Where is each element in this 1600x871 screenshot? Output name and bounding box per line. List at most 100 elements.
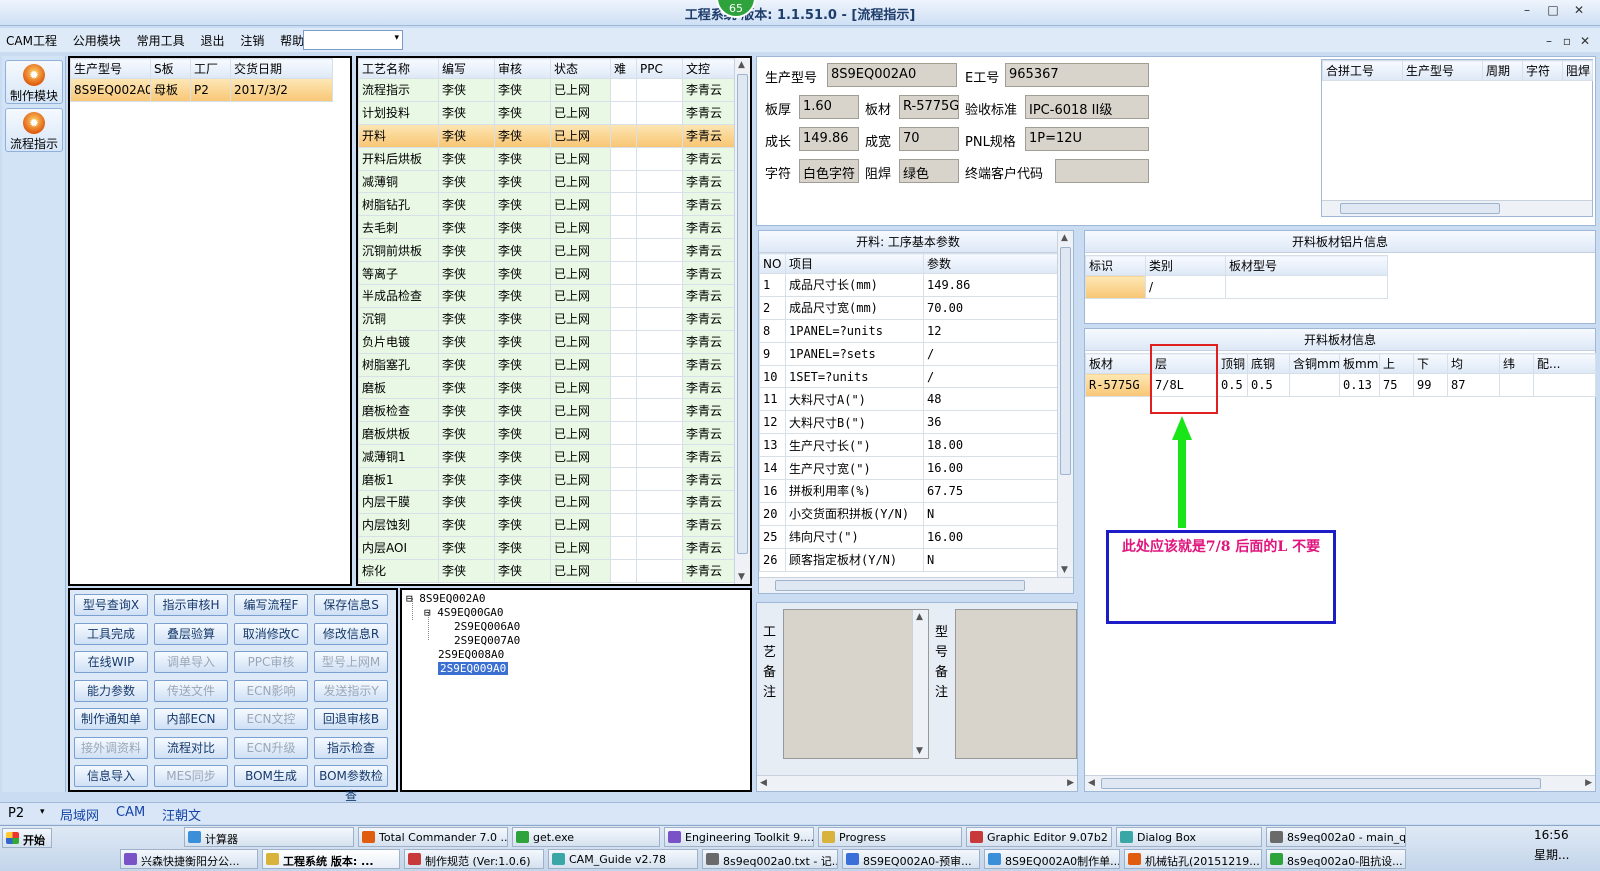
scroll-down-icon[interactable]: ▼: [916, 746, 923, 756]
action-button[interactable]: 制作通知单: [74, 708, 148, 730]
col-board[interactable]: 板材: [1085, 353, 1152, 374]
col-bottom-cu[interactable]: 底铜: [1247, 353, 1290, 374]
col-weft[interactable]: 纬: [1499, 353, 1534, 374]
col-board-type[interactable]: 板材型号: [1225, 255, 1388, 276]
clock-day[interactable]: 星期...: [1534, 846, 1569, 863]
length-field[interactable]: 149.86: [799, 127, 859, 151]
col-difficulty[interactable]: 难: [610, 58, 637, 79]
action-button[interactable]: PPC审核: [234, 651, 308, 673]
table-row[interactable]: 开料后烘板 李侠 李侠 已上网 李青云: [358, 146, 735, 171]
table-row[interactable]: 流程指示 李侠 李侠 已上网 李青云: [358, 78, 735, 102]
mdi-close-button[interactable]: ✕: [1576, 34, 1594, 50]
scroll-up-icon[interactable]: ▲: [738, 60, 745, 70]
action-button[interactable]: 调单导入: [154, 651, 228, 673]
menu-logout[interactable]: 注销: [234, 28, 270, 52]
taskbar-item[interactable]: 制作规范 (Ver:1.0.6): [404, 849, 544, 869]
taskbar-item[interactable]: 8s9eq002a0.txt - 记...: [702, 849, 838, 869]
chevron-down-icon[interactable]: ▾: [40, 807, 45, 817]
taskbar-item[interactable]: CAM_Guide v2.78: [548, 849, 698, 869]
action-button[interactable]: 型号查询X: [74, 594, 148, 616]
action-button[interactable]: 工具完成: [74, 622, 148, 645]
table-row[interactable]: 磨板烘板 李侠 李侠 已上网 李青云: [358, 421, 735, 446]
col-down[interactable]: 下: [1413, 353, 1448, 374]
scroll-left-icon[interactable]: ◀: [1088, 778, 1095, 788]
menu-cam[interactable]: CAM工程: [0, 28, 63, 52]
col-delivery[interactable]: 交货日期: [230, 58, 333, 79]
taskbar-item[interactable]: 工程系统 版本: ...: [262, 849, 400, 869]
taskbar-item[interactable]: 兴森快捷衡阳分公...: [120, 849, 258, 869]
merge-hscrollbar[interactable]: [1322, 200, 1592, 216]
pnl-field[interactable]: 1P=12U: [1025, 127, 1149, 151]
tab-user[interactable]: 汪朝文: [162, 805, 201, 824]
table-row[interactable]: 等离子 李侠 李侠 已上网 李青云: [358, 261, 735, 286]
table-row[interactable]: 内层蚀刻 李侠 李侠 已上网 李青云: [358, 512, 735, 537]
tree-node-root[interactable]: ⊟ 8S9EQ002A0: [406, 592, 485, 605]
tree-node[interactable]: ⊟ 4S9EQ00GA0: [424, 606, 503, 619]
taskbar-item[interactable]: 8S9EQ002A0制作单...: [984, 849, 1120, 869]
process-remark-field[interactable]: ▲ ▼: [783, 609, 929, 759]
taskbar-item[interactable]: Progress: [818, 827, 962, 847]
table-row[interactable]: 减薄铜1 李侠 李侠 已上网 李青云: [358, 444, 735, 469]
action-button[interactable]: 发送指示Y: [314, 679, 388, 702]
table-row[interactable]: 减薄铜 李侠 李侠 已上网 李青云: [358, 169, 735, 194]
action-button[interactable]: 传送文件: [154, 679, 228, 702]
factory-select[interactable]: P2: [8, 806, 24, 821]
col-item[interactable]: 项目: [785, 253, 924, 274]
board-hscrollbar[interactable]: ◀ ▶: [1085, 775, 1595, 791]
col-model[interactable]: 生产型号: [70, 58, 151, 79]
width-field[interactable]: 70: [899, 127, 959, 151]
col-s-board[interactable]: S板: [150, 58, 191, 79]
taskbar-item[interactable]: 8S9EQ002A0-预审...: [842, 849, 980, 869]
action-button[interactable]: BOM参数检查: [314, 765, 388, 803]
char-field[interactable]: 白色字符: [799, 159, 859, 183]
params-hscrollbar[interactable]: [759, 577, 1073, 593]
action-button[interactable]: 保存信息S: [314, 594, 388, 616]
action-button[interactable]: 内部ECN: [154, 708, 228, 730]
table-row[interactable]: 磨板 李侠 李侠 已上网 李青云: [358, 375, 735, 400]
action-button[interactable]: 能力参数: [74, 679, 148, 702]
table-row[interactable]: /: [1085, 275, 1388, 299]
action-button[interactable]: 接外调资料: [74, 736, 148, 759]
table-row[interactable]: 1 成品尺寸长(mm) 149.86: [759, 273, 1058, 297]
table-row[interactable]: 计划投料 李侠 李侠 已上网 李青云: [358, 100, 735, 125]
model-field[interactable]: 8S9EQ002A0: [827, 63, 957, 87]
table-row[interactable]: 内层干膜 李侠 李侠 已上网 李青云: [358, 490, 735, 514]
action-button[interactable]: 指示检查: [314, 736, 388, 759]
action-button[interactable]: ECN影响: [234, 679, 308, 702]
scroll-left-icon[interactable]: ◀: [760, 778, 767, 788]
scroll-down-icon[interactable]: ▼: [738, 572, 745, 582]
taskbar-item[interactable]: Dialog Box: [1116, 827, 1262, 847]
action-button[interactable]: 叠层验算: [154, 622, 228, 645]
table-row[interactable]: 开料 李侠 李侠 已上网 李青云: [358, 123, 735, 148]
restore-button[interactable]: □: [1544, 3, 1562, 19]
table-row[interactable]: 2 成品尺寸宽(mm) 70.00: [759, 295, 1058, 320]
table-row[interactable]: 磨板检查 李侠 李侠 已上网 李青云: [358, 398, 735, 423]
col-process-name[interactable]: 工艺名称: [358, 58, 439, 79]
action-button[interactable]: MES同步: [154, 765, 228, 787]
thickness-field[interactable]: 1.60: [799, 95, 859, 119]
action-button[interactable]: ECN升级: [234, 736, 308, 759]
col-doc-control[interactable]: 文控: [682, 58, 735, 79]
close-button[interactable]: ✕: [1570, 3, 1588, 19]
process-scrollbar[interactable]: ▲ ▼: [734, 58, 750, 584]
action-button[interactable]: 流程对比: [154, 736, 228, 759]
action-button[interactable]: 在线WIP: [74, 651, 148, 673]
taskbar-item[interactable]: Engineering Toolkit 9....: [664, 827, 814, 847]
tab-lan[interactable]: 局域网: [60, 805, 99, 824]
eno-field[interactable]: 965367: [1005, 63, 1149, 87]
taskbar-item[interactable]: get.exe: [512, 827, 660, 847]
customer-field[interactable]: [1055, 159, 1149, 183]
table-row[interactable]: 26 顾客指定板材(Y/N) N: [759, 547, 1058, 572]
col-cu-mm[interactable]: 含铜mm: [1289, 353, 1340, 374]
table-row[interactable]: 磨板1 李侠 李侠 已上网 李青云: [358, 467, 735, 492]
action-button[interactable]: 信息导入: [74, 765, 148, 787]
action-button[interactable]: ECN文控: [234, 708, 308, 730]
menu-exit[interactable]: 退出: [194, 28, 230, 52]
col-more[interactable]: 配...: [1533, 353, 1596, 374]
tab-cam[interactable]: CAM: [116, 805, 145, 820]
mdi-restore-button[interactable]: ▫: [1558, 34, 1576, 50]
nav-flow-instruction[interactable]: ✹ 流程指示: [5, 108, 63, 152]
col-author[interactable]: 编写: [438, 58, 495, 79]
col-no[interactable]: NO: [759, 253, 786, 274]
col-top-cu[interactable]: 顶铜: [1217, 353, 1248, 374]
